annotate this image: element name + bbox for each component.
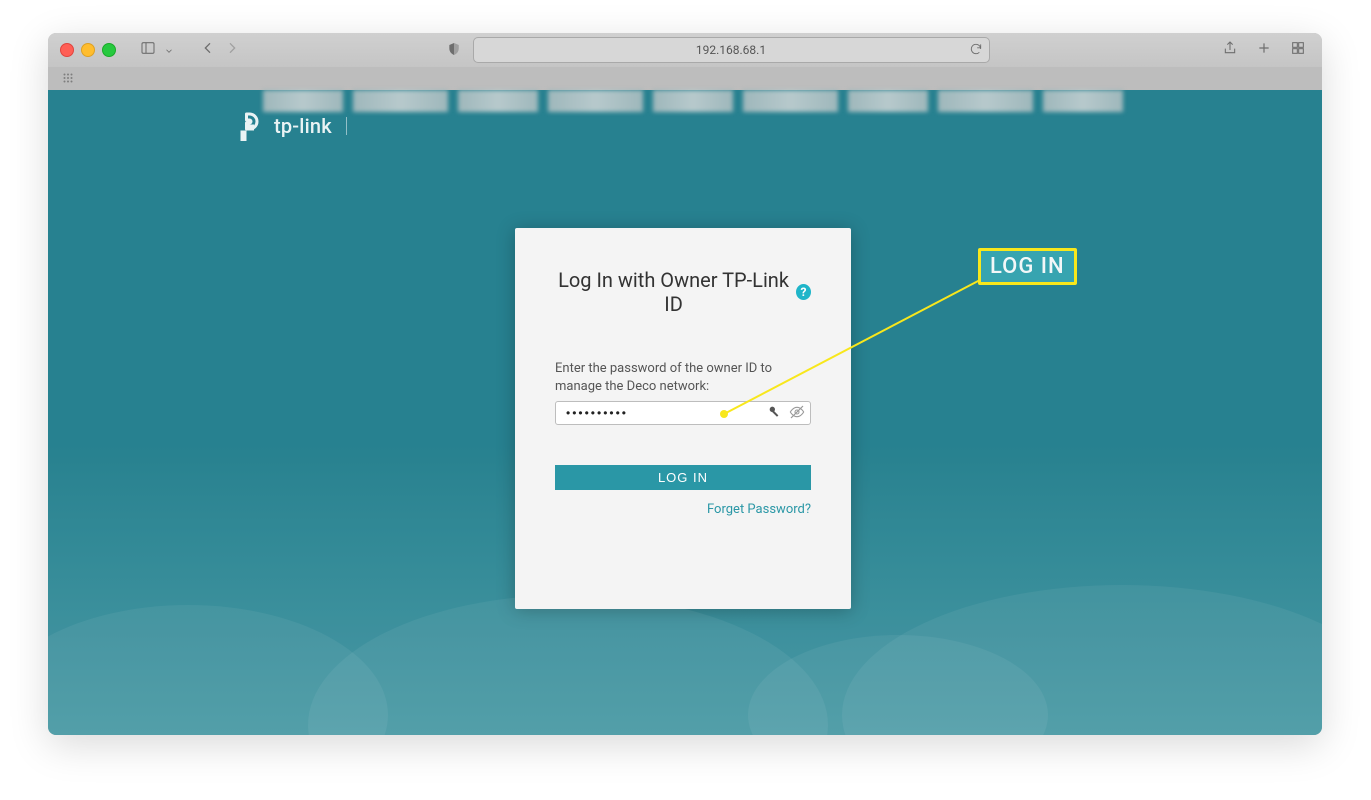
share-icon [1222,40,1238,56]
chevron-left-icon [200,40,216,56]
share-button[interactable] [1222,40,1238,60]
chevron-down-icon [164,46,174,56]
new-tab-button[interactable] [1256,40,1272,60]
annotation-callout-text: LOG IN [990,254,1065,279]
apps-grid-icon [62,72,74,84]
show-favorites-grid-button[interactable] [62,69,74,88]
login-button[interactable]: LOG IN [555,465,811,490]
sidebar-toggle-button[interactable] [140,40,156,60]
sidebar-menu-caret[interactable] [164,41,174,60]
page-content: tp-link Log In with Owner TP-Link ID ? E… [48,90,1322,735]
help-icon: ? [801,285,807,299]
maximize-window-button[interactable] [102,43,116,57]
nav-back-button[interactable] [200,40,216,60]
favorites-bar [48,67,1322,90]
tab-overview-button[interactable] [1290,40,1306,60]
sidebar-icon [140,40,156,56]
eye-off-icon [789,404,805,420]
password-visibility-toggle[interactable] [789,404,805,424]
forget-password-link[interactable]: Forget Password? [555,502,811,517]
grid-icon [1290,40,1306,56]
login-card: Log In with Owner TP-Link ID ? Enter the… [515,228,851,609]
nav-forward-button[interactable] [224,40,240,60]
browser-window: 192.168.68.1 [48,33,1322,735]
reload-icon [969,42,983,56]
key-icon [767,404,783,420]
tp-link-logo: tp-link [230,108,347,144]
login-help-button[interactable]: ? [796,284,811,300]
login-title-text: Log In with Owner TP-Link ID [555,268,792,316]
annotation-callout: LOG IN [978,248,1077,285]
browser-titlebar: 192.168.68.1 [48,33,1322,67]
close-window-button[interactable] [60,43,74,57]
address-bar[interactable]: 192.168.68.1 [473,37,990,63]
password-autofill-button[interactable] [767,404,783,424]
window-controls [60,43,116,57]
privacy-shield-button[interactable] [446,41,462,60]
shield-icon [446,41,462,57]
login-title: Log In with Owner TP-Link ID ? [555,268,811,316]
tp-link-logo-icon [230,108,266,144]
minimize-window-button[interactable] [81,43,95,57]
chevron-right-icon [224,40,240,56]
tp-link-logo-text: tp-link [274,114,332,138]
address-bar-text: 192.168.68.1 [696,43,766,57]
plus-icon [1256,40,1272,56]
redacted-nav-tabs [263,90,1123,112]
logo-divider [346,117,347,135]
login-description: Enter the password of the owner ID to ma… [555,360,811,395]
reload-button[interactable] [969,42,983,59]
